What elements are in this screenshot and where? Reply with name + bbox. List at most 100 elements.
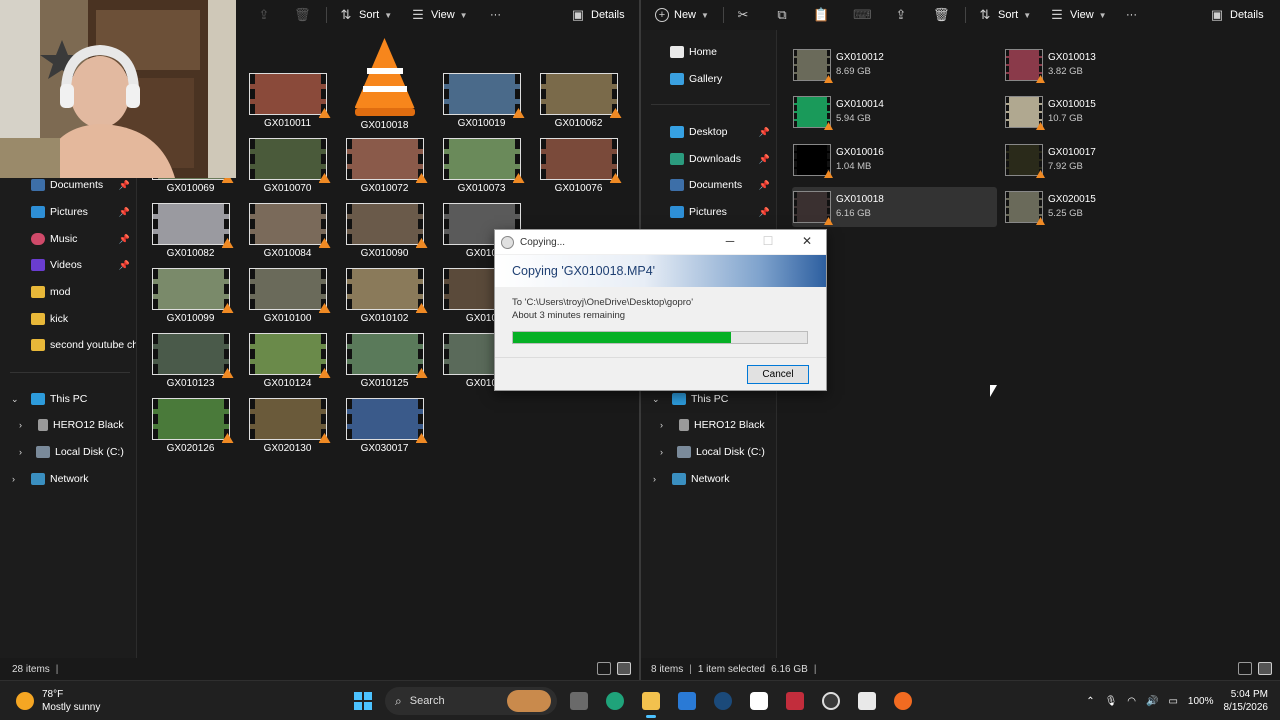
paste-button[interactable]: 📋 xyxy=(813,6,829,24)
video-file-thumbnail[interactable]: GX010099 xyxy=(142,268,239,331)
edge-app[interactable] xyxy=(601,687,629,715)
nav-item-network[interactable]: › Network xyxy=(0,467,136,491)
nav-item-pictures[interactable]: Pictures 📌 xyxy=(0,200,136,224)
details-view-button[interactable] xyxy=(597,662,611,675)
chevron-right-icon[interactable]: › xyxy=(19,447,22,457)
video-file-thumbnail[interactable]: GX030017 xyxy=(336,398,433,461)
thumbnail-view-button[interactable] xyxy=(617,662,631,675)
video-file-thumbnail[interactable]: GX010090 xyxy=(336,203,433,266)
nav-item-second-youtube-channel[interactable]: second youtube cha xyxy=(0,333,136,357)
file-tile[interactable]: GX010013 3.82 GB xyxy=(1004,45,1209,85)
view-button[interactable]: ☰ View ▼ xyxy=(410,6,467,24)
file-tile[interactable]: GX010017 7.92 GB xyxy=(1004,140,1209,180)
video-file-thumbnail[interactable]: GX010100 xyxy=(239,268,336,331)
app-red[interactable] xyxy=(781,687,809,715)
task-view-button[interactable] xyxy=(565,687,593,715)
tiles-view-button[interactable] xyxy=(1258,662,1272,675)
nav-item-music[interactable]: Music 📌 xyxy=(0,227,136,251)
steam-app[interactable] xyxy=(709,687,737,715)
details-button[interactable]: ▣ Details xyxy=(1209,6,1264,24)
nav-item-desktop[interactable]: Desktop 📌 xyxy=(641,120,776,144)
nav-item-mod[interactable]: mod xyxy=(0,280,136,304)
video-file-thumbnail[interactable]: GX010018 xyxy=(336,38,433,136)
rename-button[interactable]: ⌨ xyxy=(853,6,872,24)
firefox-app[interactable] xyxy=(889,687,917,715)
chevron-up-icon[interactable]: ⌃ xyxy=(1086,696,1094,707)
file-tile[interactable]: GX010015 10.7 GB xyxy=(1004,92,1209,132)
video-file-thumbnail[interactable]: GX010019 xyxy=(433,73,530,136)
nav-item-gallery[interactable]: Gallery xyxy=(641,67,776,91)
cut-button[interactable]: ✂ xyxy=(735,6,751,24)
battery-icon[interactable]: ▭ xyxy=(1168,696,1177,707)
video-file-thumbnail[interactable]: GX010076 xyxy=(530,138,627,201)
chevron-right-icon[interactable]: › xyxy=(653,474,656,484)
video-file-thumbnail[interactable]: GX010070 xyxy=(239,138,336,201)
chevron-right-icon[interactable]: › xyxy=(660,447,663,457)
file-explorer-app[interactable] xyxy=(637,687,665,718)
video-file-thumbnail[interactable]: GX010062 xyxy=(530,73,627,136)
weather-widget[interactable]: 78°F Mostly sunny xyxy=(16,688,100,714)
nav-item-pictures[interactable]: Pictures 📌 xyxy=(641,200,776,224)
new-button[interactable]: + New ▼ xyxy=(655,6,709,24)
capcut-app[interactable] xyxy=(745,687,773,715)
microphone-icon[interactable]: 🎙 xyxy=(1105,696,1118,707)
view-button[interactable]: ☰ View ▼ xyxy=(1049,6,1106,24)
video-file-thumbnail[interactable]: GX010124 xyxy=(239,333,336,396)
taskbar-search[interactable]: ⌕ Search xyxy=(385,687,557,715)
video-file-thumbnail[interactable]: GX010123 xyxy=(142,333,239,396)
video-file-thumbnail[interactable]: GX010084 xyxy=(239,203,336,266)
file-tile[interactable]: GX010018 6.16 GB xyxy=(792,187,997,227)
details-button[interactable]: ▣ Details xyxy=(570,6,625,24)
nav-item-home[interactable]: Home xyxy=(641,40,776,64)
nav-item-this-pc[interactable]: ⌄ This PC xyxy=(0,387,136,411)
dialog-title-bar[interactable]: Copying... ─ ☐ ✕ xyxy=(495,230,826,254)
video-file-thumbnail[interactable]: GX010011 xyxy=(239,73,336,136)
progress-fill xyxy=(513,332,731,343)
video-file-thumbnail[interactable]: GX010102 xyxy=(336,268,433,331)
copy-button[interactable]: ⧉ xyxy=(774,6,790,24)
nav-item-local-disk[interactable]: › Local Disk (C:) xyxy=(641,440,776,464)
file-tile[interactable]: GX010012 8.69 GB xyxy=(792,45,997,85)
share-button[interactable]: ⇪ xyxy=(256,6,272,24)
delete-button[interactable]: 🗑 xyxy=(294,6,311,24)
chrome-app[interactable] xyxy=(817,687,845,715)
wifi-icon[interactable]: ◠ xyxy=(1127,696,1136,707)
sort-button[interactable]: ⇅ Sort ▼ xyxy=(338,6,393,24)
video-file-thumbnail[interactable]: GX010072 xyxy=(336,138,433,201)
nav-item-hero12-black[interactable]: › HERO12 Black xyxy=(0,413,136,437)
sort-button[interactable]: ⇅ Sort ▼ xyxy=(977,6,1032,24)
chevron-down-icon[interactable]: ⌄ xyxy=(652,394,660,405)
video-file-thumbnail[interactable]: GX010073 xyxy=(433,138,530,201)
more-options-button[interactable]: ··· xyxy=(490,6,501,24)
video-file-thumbnail[interactable]: GX010082 xyxy=(142,203,239,266)
file-tile[interactable]: GX010016 1.04 MB xyxy=(792,140,997,180)
nav-item-videos[interactable]: Videos 📌 xyxy=(0,253,136,277)
more-options-button[interactable]: ··· xyxy=(1126,6,1137,24)
store-app[interactable] xyxy=(673,687,701,715)
speaker-icon[interactable]: 🔊 xyxy=(1146,696,1158,707)
delete-button[interactable]: 🗑 xyxy=(933,6,950,24)
share-button[interactable]: ⇪ xyxy=(893,6,909,24)
nav-item-documents[interactable]: Documents 📌 xyxy=(641,173,776,197)
close-button[interactable]: ✕ xyxy=(798,234,816,248)
chevron-down-icon[interactable]: ⌄ xyxy=(11,394,19,405)
nav-item-hero12-black[interactable]: › HERO12 Black xyxy=(641,413,776,437)
chevron-right-icon[interactable]: › xyxy=(19,420,22,430)
nav-item-network[interactable]: › Network xyxy=(641,467,776,491)
nav-item-local-disk[interactable]: › Local Disk (C:) xyxy=(0,440,136,464)
video-file-thumbnail[interactable]: GX020130 xyxy=(239,398,336,461)
start-button[interactable] xyxy=(349,687,377,715)
details-view-button[interactable] xyxy=(1238,662,1252,675)
cancel-button[interactable]: Cancel xyxy=(747,365,809,384)
nav-item-kick[interactable]: kick xyxy=(0,307,136,331)
nav-item-downloads[interactable]: Downloads 📌 xyxy=(641,147,776,171)
file-tile[interactable]: GX010014 5.94 GB xyxy=(792,92,997,132)
file-tile[interactable]: GX020015 5.25 GB xyxy=(1004,187,1209,227)
chevron-right-icon[interactable]: › xyxy=(660,420,663,430)
minimize-button[interactable]: ─ xyxy=(721,234,739,248)
clock[interactable]: 5:04 PM 8/15/2026 xyxy=(1224,688,1269,714)
video-file-thumbnail[interactable]: GX020126 xyxy=(142,398,239,461)
video-file-thumbnail[interactable]: GX010125 xyxy=(336,333,433,396)
game-app[interactable] xyxy=(853,687,881,715)
chevron-right-icon[interactable]: › xyxy=(12,474,15,484)
